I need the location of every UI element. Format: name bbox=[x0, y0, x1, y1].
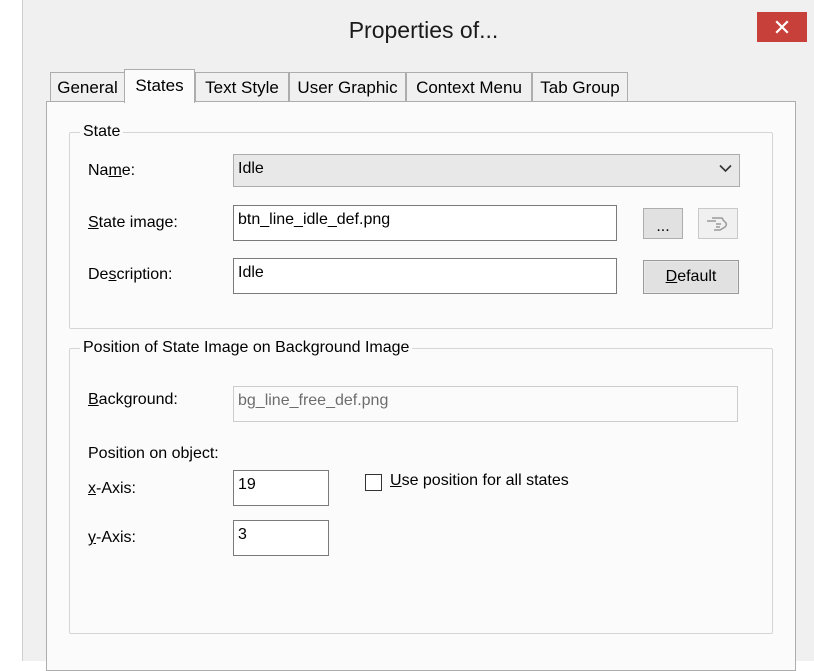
properties-dialog: Properties of... General States Text Sty… bbox=[22, 0, 814, 671]
state-image-label: State image: bbox=[88, 214, 178, 231]
x-axis-field[interactable]: 19 bbox=[233, 470, 329, 506]
tab-text-style[interactable]: Text Style bbox=[195, 72, 289, 101]
use-position-all-label[interactable]: Use position for all states bbox=[390, 472, 569, 490]
y-axis-label: y-Axis: bbox=[88, 529, 136, 546]
use-position-all-checkbox[interactable] bbox=[365, 474, 382, 491]
hand-pointer-icon bbox=[707, 217, 728, 231]
browse-button[interactable]: ... bbox=[643, 208, 683, 239]
close-icon bbox=[775, 20, 789, 34]
position-on-object-label: Position on object: bbox=[88, 445, 219, 462]
name-label: Name: bbox=[88, 162, 136, 179]
background-label: Background: bbox=[88, 391, 178, 408]
state-group-legend: State bbox=[80, 123, 124, 141]
window-title: Properties of... bbox=[348, 17, 499, 43]
x-axis-label: x-Axis: bbox=[88, 480, 136, 497]
tab-tab-group[interactable]: Tab Group bbox=[532, 72, 628, 101]
description-field[interactable]: Idle bbox=[233, 258, 617, 294]
state-name-combo[interactable]: Idle bbox=[233, 154, 740, 187]
states-tab-panel: State Name: Idle State image: btn_line_i… bbox=[46, 101, 796, 671]
description-label: Description: bbox=[88, 266, 173, 283]
background-field: bg_line_free_def.png bbox=[233, 386, 738, 422]
y-axis-field[interactable]: 3 bbox=[233, 520, 329, 556]
default-button[interactable]: Default bbox=[643, 260, 739, 294]
state-name-value: Idle bbox=[238, 160, 264, 177]
tab-general[interactable]: General bbox=[50, 72, 125, 101]
title-bar: Properties of... bbox=[23, 0, 814, 64]
chevron-down-icon bbox=[719, 164, 732, 173]
state-image-field[interactable]: btn_line_idle_def.png bbox=[233, 205, 617, 241]
tab-user-graphic[interactable]: User Graphic bbox=[289, 72, 406, 101]
pick-image-button[interactable] bbox=[698, 208, 738, 239]
close-button[interactable] bbox=[757, 12, 807, 42]
position-group-legend: Position of State Image on Background Im… bbox=[80, 339, 413, 357]
tab-states[interactable]: States bbox=[124, 69, 195, 103]
tab-context-menu[interactable]: Context Menu bbox=[406, 72, 532, 101]
